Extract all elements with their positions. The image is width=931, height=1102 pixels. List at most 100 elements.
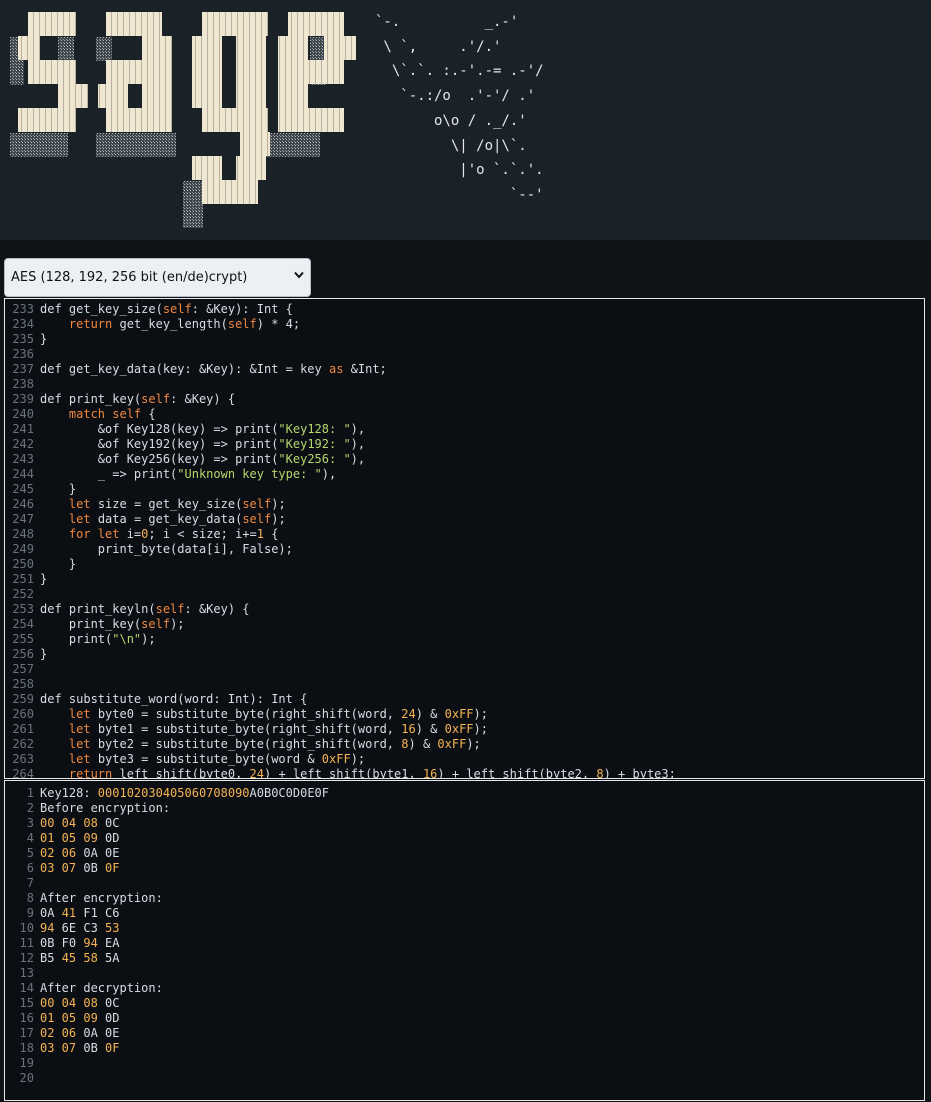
line-number: 252 — [12, 587, 34, 601]
line-number: 257 — [12, 662, 34, 676]
line-number: 233 — [12, 302, 34, 316]
output-line: 20 — [5, 1071, 924, 1086]
line-text: 00 04 08 0C — [40, 816, 120, 830]
line-number: 263 — [12, 752, 34, 766]
code-editor[interactable]: 232233def get_key_size(self: &Key): Int … — [4, 298, 925, 779]
line-number: 7 — [26, 876, 34, 890]
line-number: 260 — [12, 707, 34, 721]
editor-line: 249 print_byte(data[i], False); — [5, 542, 924, 557]
editor-line: 238 — [5, 377, 924, 392]
line-number: 239 — [12, 392, 34, 406]
editor-line: 264 return left_shift(byte0, 24) + left_… — [5, 767, 924, 779]
line-text: 02 06 0A 0E — [40, 1026, 120, 1040]
output-console[interactable]: 1 Key128: 000102030405060708090A0B0C0D0E0… — [4, 780, 925, 1101]
editor-line: 257 — [5, 662, 924, 677]
line-text: let byte2 = substitute_byte(right_shift(… — [68, 737, 481, 751]
editor-line: 241 &of Key128(key) => print("Key128: ")… — [5, 422, 924, 437]
line-number: 258 — [12, 677, 34, 691]
line-text: return get_key_length(self) * 4; — [68, 317, 301, 331]
line-text: print_byte(data[i], False); — [40, 542, 293, 556]
editor-line: 256} — [5, 647, 924, 662]
editor-line: 248 for let i=0; i < size; i+=1 { — [5, 527, 924, 542]
line-text: let data = get_key_data(self); — [68, 512, 286, 526]
line-number: 236 — [12, 347, 34, 361]
line-number: 256 — [12, 647, 34, 661]
line-text: print("\n"); — [40, 632, 156, 646]
line-text: print_key(self); — [40, 617, 185, 631]
output-line: 16 01 05 09 0D — [5, 1011, 924, 1026]
output-line: 12 B5 45 58 5A — [5, 951, 924, 966]
editor-line: 244 _ => print("Unknown key type: "), — [5, 467, 924, 482]
output-line: 19 — [5, 1056, 924, 1071]
output-line: 5 02 06 0A 0E — [5, 846, 924, 861]
line-number: 234 — [12, 317, 34, 331]
editor-line: 245 } — [5, 482, 924, 497]
line-text: } — [40, 557, 77, 571]
output-line: 8 After encryption: — [5, 891, 924, 906]
output-line: 17 02 06 0A 0E — [5, 1026, 924, 1041]
output-line: 18 03 07 0B 0F — [5, 1041, 924, 1056]
line-number: 2 — [26, 801, 34, 815]
line-number: 242 — [12, 437, 34, 451]
ascii-art-bird: `-. _.-' \ `, .'/.' \`.`. :.-'.-= .-'/ `… — [375, 14, 544, 203]
line-text: def substitute_word(word: Int): Int { — [40, 692, 308, 706]
line-text: } — [40, 332, 48, 346]
line-number: 254 — [12, 617, 34, 631]
line-number: 18 — [19, 1041, 34, 1055]
line-text: 0B F0 94 EA — [40, 936, 120, 950]
output-line: 10 94 6E C3 53 — [5, 921, 924, 936]
line-number: 246 — [12, 497, 34, 511]
line-text: let byte0 = substitute_byte(right_shift(… — [68, 707, 488, 721]
line-text: def print_key(self: &Key) { — [40, 392, 236, 406]
line-text: } — [40, 572, 48, 586]
line-number: 240 — [12, 407, 34, 421]
line-number: 247 — [12, 512, 34, 526]
program-select-value: AES (128, 192, 256 bit (en/de)crypt) — [11, 270, 248, 285]
line-text: &of Key128(key) => print("Key128: "), — [40, 422, 366, 436]
editor-line: 252 — [5, 587, 924, 602]
line-text: return left_shift(byte0, 24) + left_shif… — [68, 767, 676, 779]
line-number: 250 — [12, 557, 34, 571]
editor-line: 260 let byte0 = substitute_byte(right_sh… — [5, 707, 924, 722]
editor-line: 255 print("\n"); — [5, 632, 924, 647]
line-number: 264 — [12, 767, 34, 779]
line-text: After encryption: — [40, 891, 163, 905]
line-number: 10 — [19, 921, 34, 935]
header-banner: `-. _.-' \ `, .'/.' \`.`. :.-'.-= .-'/ `… — [0, 0, 931, 240]
line-number: 6 — [26, 861, 34, 875]
line-text: 02 06 0A 0E — [40, 846, 120, 860]
chevron-down-icon — [294, 271, 304, 279]
line-number: 19 — [19, 1056, 34, 1070]
editor-line: 234 return get_key_length(self) * 4; — [5, 317, 924, 332]
editor-line: 259 def substitute_word(word: Int): Int { — [5, 692, 924, 707]
line-text: 03 07 0B 0F — [40, 1041, 120, 1055]
line-text: let size = get_key_size(self); — [68, 497, 286, 511]
line-number: 9 — [26, 906, 34, 920]
editor-line: 263 let byte3 = substitute_byte(word & 0… — [5, 752, 924, 767]
line-text: Key128: 000102030405060708090A0B0C0D0E0F — [40, 786, 329, 800]
line-number: 1 — [26, 786, 34, 800]
line-number: 262 — [12, 737, 34, 751]
line-number: 241 — [12, 422, 34, 436]
editor-line: 240 match self { — [5, 407, 924, 422]
line-text: B5 45 58 5A — [40, 951, 120, 965]
editor-line: 243 &of Key256(key) => print("Key256: ")… — [5, 452, 924, 467]
line-text: } — [40, 647, 48, 661]
line-number: 11 — [19, 936, 34, 950]
line-number: 243 — [12, 452, 34, 466]
line-number: 20 — [19, 1071, 34, 1085]
program-select[interactable]: AES (128, 192, 256 bit (en/de)crypt) — [4, 258, 311, 297]
line-number: 238 — [12, 377, 34, 391]
editor-line: 235} — [5, 332, 924, 347]
line-number: 237 — [12, 362, 34, 376]
line-text: 0A 41 F1 C6 — [40, 906, 120, 920]
line-text: After decryption: — [40, 981, 163, 995]
editor-line: 246 let size = get_key_size(self); — [5, 497, 924, 512]
output-line: 3 00 04 08 0C — [5, 816, 924, 831]
line-number: 5 — [26, 846, 34, 860]
editor-line: 258 — [5, 677, 924, 692]
editor-line: 233 def get_key_size(self: &Key): Int { — [5, 302, 924, 317]
line-number: 248 — [12, 527, 34, 541]
line-text: &of Key256(key) => print("Key256: "), — [40, 452, 366, 466]
line-number: 261 — [12, 722, 34, 736]
